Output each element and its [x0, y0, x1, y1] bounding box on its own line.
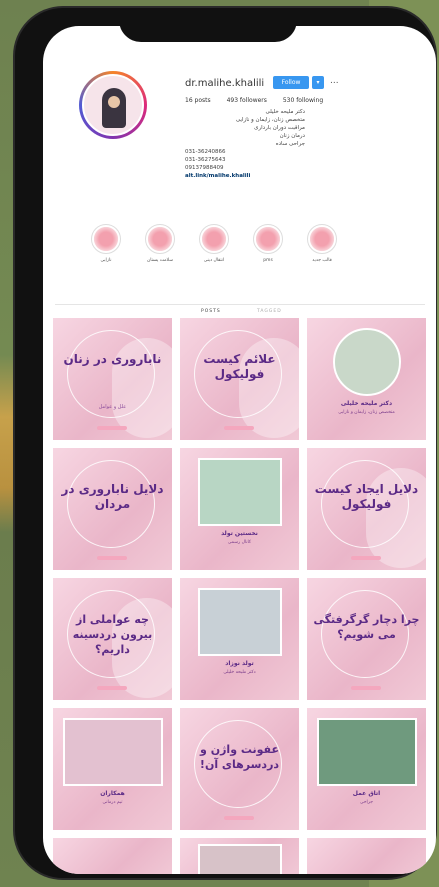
highlight-label: قالب جدید: [312, 258, 332, 263]
post-tile[interactable]: تولد نوزاد دکتر ملیحه خلیلی: [180, 578, 299, 700]
post-title: ناباروری در زنان: [63, 352, 162, 366]
post-tile[interactable]: علائم کیست فولیکول: [180, 318, 299, 440]
post-title: عفونت واژن و دردسرهای آن!: [199, 743, 280, 771]
post-badge: [351, 686, 381, 690]
post-tile[interactable]: دلایل ناباروری در مردان: [53, 448, 172, 570]
post-badge: [97, 426, 127, 430]
birth-photo: [198, 588, 282, 656]
highlight-item[interactable]: نازایی: [91, 224, 121, 263]
bio-line: جراحی ساده: [275, 141, 305, 147]
post-tile[interactable]: ناباروری در زنان علل و عوامل: [53, 318, 172, 440]
highlight-cover: [253, 224, 283, 254]
post-tile[interactable]: چه عواملی از بیرون دردسینه داریم؟: [53, 578, 172, 700]
team-photo: [63, 718, 163, 786]
bio-line: مراقبت دوران بارداری: [254, 125, 305, 131]
follow-button[interactable]: Follow: [273, 76, 309, 89]
post-tile[interactable]: دکتر ملیحه خلیلی متخصص زنان، زایمان و نا…: [307, 318, 426, 440]
post-tile[interactable]: [307, 838, 426, 874]
post-title: دلایل ایجاد کیست فولیکول: [314, 482, 419, 511]
tabs-divider: [55, 304, 425, 305]
highlight-item[interactable]: سلامت پستان: [145, 224, 175, 263]
phone-notch: [119, 8, 297, 42]
highlight-cover: [91, 224, 121, 254]
highlight-label: pms: [263, 258, 273, 263]
post-title: علائم کیست فولیکول: [203, 352, 276, 381]
chevron-down-icon[interactable]: ▾: [312, 76, 324, 89]
post-title: چه عواملی از بیرون دردسینه داریم؟: [72, 613, 153, 656]
highlight-label: سلامت پستان: [146, 258, 173, 263]
post-tile[interactable]: نخستین تولد کانال رسمی: [180, 448, 299, 570]
highlight-label: نازایی: [100, 258, 112, 263]
post-tile[interactable]: [180, 838, 299, 874]
profile-username: dr.malihe.khalili: [185, 78, 265, 89]
post-title: چرا دچار گرگرفتگی می شویم؟: [313, 613, 420, 641]
post-subcaption: متخصص زنان، زایمان و نازایی: [338, 410, 395, 415]
post-badge: [97, 556, 127, 560]
avatar-image: [82, 74, 144, 136]
bio-line: متخصص زنان، زایمان و نازایی: [235, 117, 305, 123]
post-tile[interactable]: دلایل ایجاد کیست فولیکول: [307, 448, 426, 570]
newborn-photo: [198, 458, 282, 526]
post-tile[interactable]: عفونت واژن و دردسرهای آن!: [180, 708, 299, 830]
post-tile[interactable]: [53, 838, 172, 874]
post-badge: [224, 426, 254, 430]
post-badge: [97, 686, 127, 690]
highlight-item[interactable]: قالب جدید: [307, 224, 337, 263]
post-badge: [351, 556, 381, 560]
post-title: دلایل ناباروری در مردان: [61, 482, 164, 511]
profile-bio: دکتر ملیحه خلیلی متخصص زنان، زایمان و نا…: [185, 108, 305, 180]
tab-posts[interactable]: POSTS: [201, 309, 221, 314]
followers-count[interactable]: 493 followers: [227, 97, 267, 104]
highlight-item[interactable]: انتقال دینی: [199, 224, 229, 263]
bio-line: 031-36240866: [185, 149, 226, 155]
post-subcaption: دکتر ملیحه خلیلی: [223, 670, 256, 675]
post-tile[interactable]: اتاق عمل جراحی: [307, 708, 426, 830]
phone-frame: dr.malihe.khalili Follow ▾ ... 16 posts …: [15, 8, 436, 878]
post-photo: [198, 844, 282, 874]
bio-line: درمان زنان: [279, 133, 305, 139]
profile-avatar[interactable]: [79, 71, 147, 139]
post-tile[interactable]: همکاران تیم درمانی: [53, 708, 172, 830]
bio-line: 09137988409: [185, 165, 224, 171]
bio-line: 031-36275643: [185, 157, 226, 163]
post-caption: تولد نوزاد: [225, 660, 254, 667]
avatar-figure: [102, 88, 126, 128]
surgery-photo: [317, 718, 417, 786]
bio-line: دکتر ملیحه خلیلی: [265, 109, 305, 115]
post-caption: اتاق عمل: [352, 790, 381, 797]
post-subcaption: تیم درمانی: [102, 800, 123, 805]
highlight-label: انتقال دینی: [203, 258, 225, 263]
avatar-face: [108, 96, 120, 108]
highlight-cover: [199, 224, 229, 254]
posts-count: 16 posts: [185, 97, 211, 104]
post-caption: دکتر ملیحه خلیلی: [340, 400, 393, 407]
following-count[interactable]: 530 following: [283, 97, 323, 104]
post-badge: [224, 816, 254, 820]
instagram-screen: dr.malihe.khalili Follow ▾ ... 16 posts …: [43, 26, 436, 874]
highlight-cover: [307, 224, 337, 254]
more-options-icon[interactable]: ...: [330, 76, 339, 86]
post-subtitle: علل و عوامل: [98, 404, 127, 410]
highlight-item[interactable]: pms: [253, 224, 283, 263]
tab-tagged[interactable]: TAGGED: [257, 309, 282, 314]
profile-stats: 16 posts 493 followers 530 following: [185, 97, 337, 104]
profile-link[interactable]: alt.link/malihe.khalili: [185, 172, 305, 180]
post-subcaption: جراحی: [359, 800, 374, 805]
doctor-photo: [333, 328, 401, 396]
post-caption: همکاران: [100, 790, 125, 797]
post-caption: نخستین تولد: [221, 530, 258, 537]
post-subcaption: کانال رسمی: [227, 540, 252, 545]
highlight-cover: [145, 224, 175, 254]
post-tile[interactable]: چرا دچار گرگرفتگی می شویم؟: [307, 578, 426, 700]
